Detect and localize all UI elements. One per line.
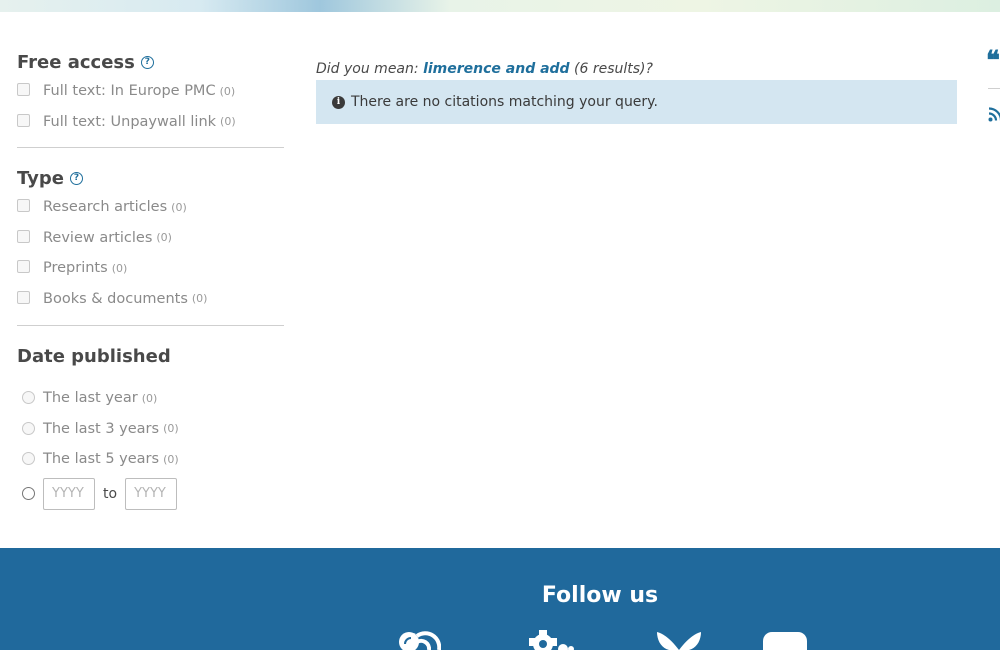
facet-list-date: The last year (0) The last 3 years (0) T… xyxy=(17,383,284,475)
bluesky-icon[interactable] xyxy=(655,630,703,650)
suggestion-link[interactable]: limerence and add xyxy=(423,61,570,77)
right-tools: ❝ xyxy=(986,48,1000,122)
facet-title-date-published: Date published xyxy=(17,345,171,367)
facet-item-research-articles[interactable]: Research articles (0) xyxy=(17,192,284,223)
checkbox[interactable] xyxy=(17,113,30,127)
info-icon: i xyxy=(332,95,345,109)
checkbox[interactable] xyxy=(17,83,30,96)
blog-icon[interactable] xyxy=(399,630,441,650)
facet-item-review-articles[interactable]: Review articles (0) xyxy=(17,223,284,254)
custom-range-radio[interactable] xyxy=(22,486,35,500)
facet-item-books-documents[interactable]: Books & documents (0) xyxy=(17,284,284,315)
checkbox[interactable] xyxy=(17,290,30,304)
no-results-notice: i There are no citations matching your q… xyxy=(316,80,957,124)
from-year-input[interactable] xyxy=(43,477,95,510)
facet-item-unpaywall[interactable]: Full text: Unpaywall link (0) xyxy=(17,107,284,138)
checkbox[interactable] xyxy=(17,199,30,212)
checkbox[interactable] xyxy=(17,229,30,243)
divider xyxy=(17,325,284,326)
checkbox[interactable] xyxy=(17,260,30,273)
facet-list-free-access: Full text: In Europe PMC (0) Full text: … xyxy=(17,76,284,137)
gear-icon[interactable] xyxy=(527,630,577,650)
date-range: to xyxy=(17,477,284,511)
rss-icon[interactable] xyxy=(988,106,1000,122)
facet-item-preprints[interactable]: Preprints (0) xyxy=(17,253,284,284)
follow-us-title: Follow us xyxy=(541,583,659,608)
facet-list-type: Research articles (0) Review articles (0… xyxy=(17,192,284,314)
facet-title-type: Type ? xyxy=(17,166,284,190)
facet-item-last-5-years[interactable]: The last 5 years (0) xyxy=(17,444,284,475)
radio[interactable] xyxy=(22,452,35,465)
footer: Follow us xyxy=(0,548,1000,650)
facet-title-free-access: Free access ? xyxy=(17,50,284,74)
facet-sidebar: Free access ? Full text: In Europe PMC (… xyxy=(17,50,284,511)
radio[interactable] xyxy=(22,391,35,404)
radio[interactable] xyxy=(22,421,35,435)
facet-item-last-year[interactable]: The last year (0) xyxy=(17,383,284,414)
did-you-mean: Did you mean: limerence and add (6 resul… xyxy=(316,61,653,77)
results-main: Did you mean: limerence and add (6 resul… xyxy=(316,58,957,124)
top-banner xyxy=(0,0,1000,12)
to-year-input[interactable] xyxy=(125,477,178,510)
help-icon[interactable]: ? xyxy=(69,171,83,185)
facet-item-last-3-years[interactable]: The last 3 years (0) xyxy=(17,414,284,445)
help-icon[interactable]: ? xyxy=(140,55,154,69)
quote-icon[interactable]: ❝ xyxy=(986,46,1000,76)
divider xyxy=(17,147,284,148)
youtube-icon[interactable] xyxy=(763,630,807,650)
facet-item-europe-pmc[interactable]: Full text: In Europe PMC (0) xyxy=(17,76,284,107)
divider xyxy=(988,88,1000,89)
